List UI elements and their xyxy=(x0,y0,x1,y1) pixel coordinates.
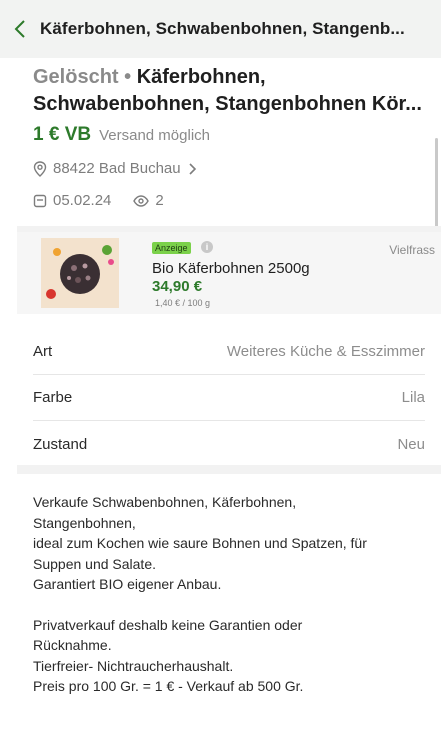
page-title: Käferbohnen, Schwabenbohnen, Stangenb... xyxy=(40,19,405,38)
attribute-key: Farbe xyxy=(33,389,73,406)
attribute-key: Art xyxy=(33,343,53,360)
status-separator: • xyxy=(118,66,137,88)
attribute-value: Lila xyxy=(401,389,425,406)
description-line: Suppen und Salate. xyxy=(33,555,156,572)
description-line: Preis pro 100 Gr. = 1 € - Verkauf ab 500… xyxy=(33,678,304,694)
listing-title: Gelöscht • Käferbohnen, Schwabenbohnen, … xyxy=(33,64,428,118)
description-paragraph-2: Privatverkauf deshalb keine Garantien od… xyxy=(33,615,428,697)
description-line: Tierfreier- Nichtraucherhaushalt. xyxy=(33,657,234,674)
meta-row: 05.02.24 2 xyxy=(33,192,164,209)
sponsored-ad[interactable]: Anzeige i Vielfrass Bio Käferbohnen 2500… xyxy=(17,232,441,314)
attribute-row-art: Art Weiteres Küche & Esszimmer xyxy=(33,329,425,375)
location-text: 88422 Bad Buchau xyxy=(53,160,181,177)
ad-product-image xyxy=(41,238,119,308)
ad-price: 34,90 € xyxy=(152,278,203,295)
top-bar: Käferbohnen, Schwabenbohnen, Stangenb... xyxy=(0,0,441,58)
description-line: Verkaufe Schwabenbohnen, Käferbohnen, xyxy=(33,494,297,510)
back-button[interactable] xyxy=(0,0,40,58)
ad-brand: Vielfrass xyxy=(389,243,435,257)
description-line: Garantiert BIO eigener Anbau. xyxy=(33,576,222,592)
attribute-row-farbe: Farbe Lila xyxy=(33,375,425,421)
chevron-right-icon xyxy=(187,162,197,176)
description-line: Privatverkauf deshalb keine Garantien od… xyxy=(33,616,303,633)
attribute-key: Zustand xyxy=(33,435,88,453)
attribute-value: Neu xyxy=(397,435,425,453)
ad-title: Bio Käferbohnen 2500g xyxy=(152,260,310,277)
listing-title-line2: Schwabenbohnen, Stangenbohnen Kör... xyxy=(33,93,422,115)
shipping-info: Versand möglich xyxy=(99,127,210,144)
eye-icon xyxy=(133,194,150,207)
calendar-icon xyxy=(33,194,47,208)
info-icon[interactable]: i xyxy=(201,241,213,253)
description-paragraph-1: Verkaufe Schwabenbohnen, Käferbohnen, St… xyxy=(33,492,428,595)
price: 1 € VB xyxy=(33,124,92,145)
attribute-row-zustand: Zustand Neu xyxy=(33,421,425,467)
listing-title-line1: Käferbohnen, xyxy=(136,66,266,88)
description-line: Stangenbohnen, xyxy=(33,514,136,531)
divider xyxy=(17,465,441,474)
views-count: 2 xyxy=(155,192,164,209)
date-text: 05.02.24 xyxy=(53,192,112,209)
attribute-value: Weiteres Küche & Esszimmer xyxy=(226,343,425,360)
price-row: 1 € VB Versand möglich xyxy=(33,124,210,146)
ad-badge: Anzeige xyxy=(152,242,191,254)
description: Verkaufe Schwabenbohnen, Käferbohnen, St… xyxy=(33,492,428,717)
ad-unit-price: 1,40 € / 100 g xyxy=(155,298,211,308)
description-line: ideal zum Kochen wie saure Bohnen und Sp… xyxy=(33,535,367,551)
location-link[interactable]: 88422 Bad Buchau xyxy=(33,160,197,177)
chevron-left-icon xyxy=(14,20,25,38)
map-pin-icon xyxy=(33,160,47,177)
status-label: Gelöscht xyxy=(33,66,119,88)
description-line: Rücknahme. xyxy=(33,637,112,653)
